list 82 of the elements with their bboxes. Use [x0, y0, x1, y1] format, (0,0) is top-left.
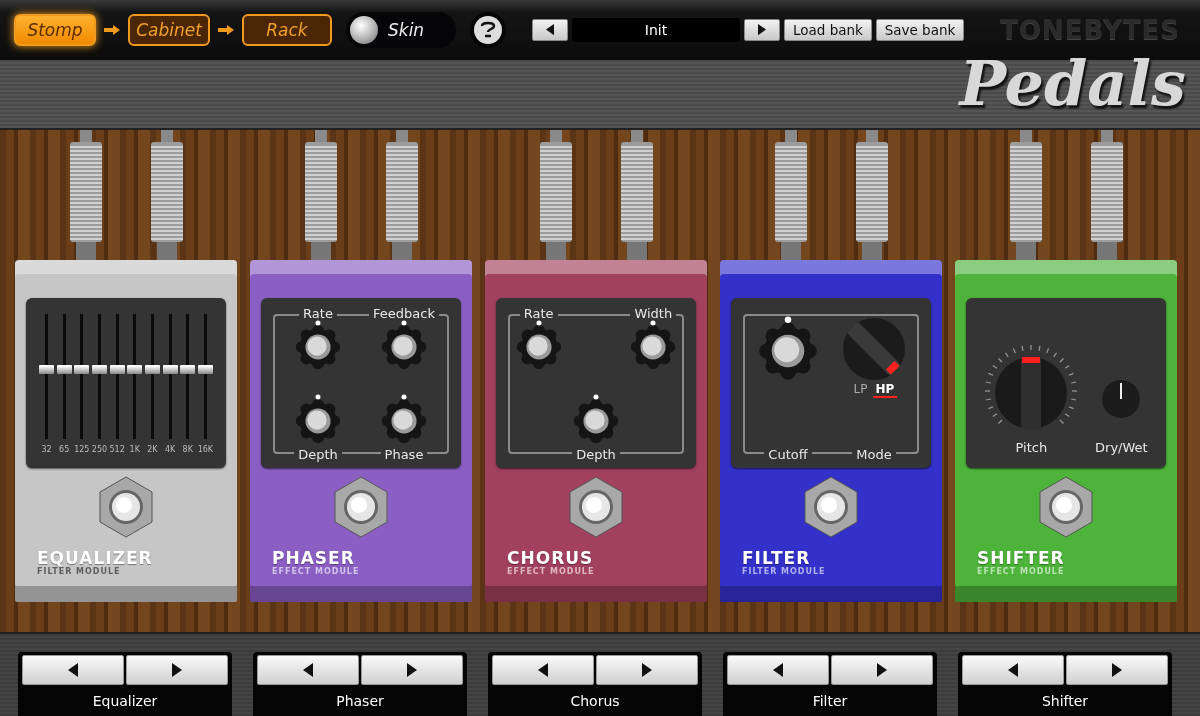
- slider-thumb[interactable]: [56, 365, 72, 374]
- pedal-subtitle: FILTER MODULE: [37, 567, 121, 576]
- knob-label: Rate: [519, 307, 558, 320]
- slider-thumb[interactable]: [74, 365, 90, 374]
- next-button[interactable]: [596, 655, 698, 685]
- bank-button[interactable]: Save bank: [876, 19, 964, 41]
- slot-label: Chorus: [570, 693, 620, 709]
- slot-label: Filter: [812, 693, 848, 709]
- knob-label: Depth: [572, 448, 620, 461]
- left-triangle-icon: [1008, 663, 1018, 677]
- skin-toggle[interactable]: Skin: [346, 12, 456, 48]
- band-label: 125: [74, 445, 90, 454]
- left-triangle-icon: [68, 663, 78, 677]
- band-label: 8K: [182, 445, 193, 454]
- left-triangle-icon: [773, 663, 783, 677]
- pedal-subtitle: EFFECT MODULE: [272, 567, 360, 576]
- arrow-icon: [104, 25, 120, 35]
- previous-button[interactable]: [492, 655, 594, 685]
- left-triangle-icon: [538, 663, 548, 677]
- band-label: 65: [59, 445, 70, 454]
- previous-preset-button[interactable]: [532, 19, 568, 41]
- slot-label: Equalizer: [92, 693, 158, 709]
- pedal-name: FILTER: [742, 550, 811, 567]
- mode-option-label: LP: [852, 382, 869, 398]
- band-label: 4K: [164, 445, 176, 454]
- help-button[interactable]: [470, 12, 506, 48]
- previous-button[interactable]: [22, 655, 124, 685]
- mode-tab[interactable]: Rack: [242, 14, 332, 46]
- right-triangle-icon: [1112, 663, 1122, 677]
- right-triangle-icon: [407, 663, 417, 677]
- previous-button[interactable]: [257, 655, 359, 685]
- bank-button[interactable]: Load bank: [784, 19, 872, 41]
- knob-label: Width: [630, 307, 677, 320]
- band-label: 512: [109, 445, 125, 454]
- previous-button[interactable]: [727, 655, 829, 685]
- knob-label: Cutoff: [764, 448, 812, 461]
- slider-thumb[interactable]: [197, 365, 213, 374]
- product-logo: Pedals: [959, 53, 1186, 115]
- band-label: 2K: [147, 445, 158, 454]
- mode-tab[interactable]: Cabinet: [128, 14, 210, 46]
- mode-option-label: HP: [872, 382, 898, 398]
- left-triangle-icon: [303, 663, 313, 677]
- knob-label: Rate: [299, 307, 337, 320]
- right-triangle-icon: [877, 663, 887, 677]
- next-button[interactable]: [831, 655, 933, 685]
- slider-thumb[interactable]: [127, 365, 143, 374]
- mode-switch[interactable]: [841, 316, 907, 382]
- switch-label: Mode: [852, 448, 896, 461]
- right-triangle-icon: [642, 663, 652, 677]
- slider-thumb[interactable]: [180, 365, 196, 374]
- slider-thumb[interactable]: [144, 365, 160, 374]
- pedal-subtitle: EFFECT MODULE: [507, 567, 595, 576]
- slot-label: Phaser: [336, 693, 384, 709]
- pedal-name: SHIFTER: [977, 550, 1065, 567]
- pedal-subtitle: EFFECT MODULE: [977, 567, 1065, 576]
- previous-button[interactable]: [962, 655, 1064, 685]
- knob-label: Feedback: [369, 307, 439, 320]
- mode-tab[interactable]: Stomp: [14, 14, 96, 46]
- knob-label: Phase: [380, 448, 428, 461]
- band-label: 32: [41, 445, 52, 454]
- slot-label: Shifter: [1041, 693, 1089, 709]
- pedal-subtitle: FILTER MODULE: [742, 567, 826, 576]
- next-button[interactable]: [361, 655, 463, 685]
- pedal-name: PHASER: [272, 550, 355, 567]
- next-preset-button[interactable]: [744, 19, 780, 41]
- arrow-icon: [218, 25, 234, 35]
- next-button[interactable]: [126, 655, 228, 685]
- pedal-name: EQUALIZER: [37, 550, 153, 567]
- preset-name-display: Init: [572, 18, 740, 42]
- slider-thumb[interactable]: [91, 365, 107, 374]
- slider-thumb[interactable]: [109, 365, 125, 374]
- slider-thumb[interactable]: [162, 365, 178, 374]
- right-triangle-icon: [758, 24, 766, 36]
- knob-label: Depth: [294, 448, 342, 461]
- band-label: 16K: [197, 445, 214, 454]
- pedal-name: CHORUS: [507, 550, 595, 567]
- slider-thumb[interactable]: [39, 365, 54, 374]
- next-button[interactable]: [1066, 655, 1168, 685]
- right-triangle-icon: [172, 663, 182, 677]
- left-triangle-icon: [546, 24, 554, 36]
- band-label: 1K: [129, 445, 140, 454]
- band-label: 250: [91, 445, 108, 454]
